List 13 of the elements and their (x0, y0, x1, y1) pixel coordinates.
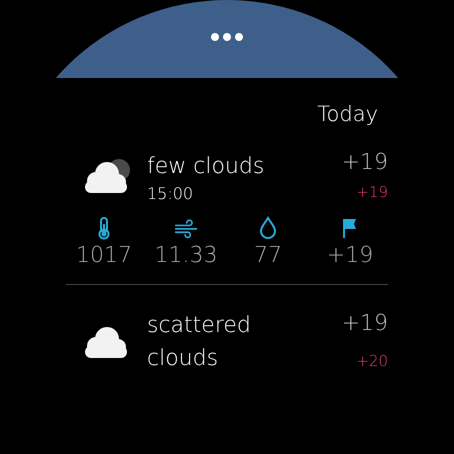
stat-value: 11.33 (154, 242, 218, 270)
feels-like-text: +19 (356, 182, 388, 203)
more-icon[interactable] (211, 33, 243, 41)
temperature-text: +19 (342, 310, 388, 338)
time-text: 15:00 (147, 182, 194, 204)
stat-value: 77 (254, 242, 282, 270)
stat-value: 1017 (76, 242, 132, 270)
stat-value: +19 (326, 242, 374, 270)
condition-text: few clouds (147, 152, 266, 180)
day-label: Today (317, 102, 378, 128)
condition-text: scattered clouds (147, 312, 252, 373)
temperature-text: +19 (342, 149, 388, 177)
feels-like-text: +20 (356, 351, 388, 372)
